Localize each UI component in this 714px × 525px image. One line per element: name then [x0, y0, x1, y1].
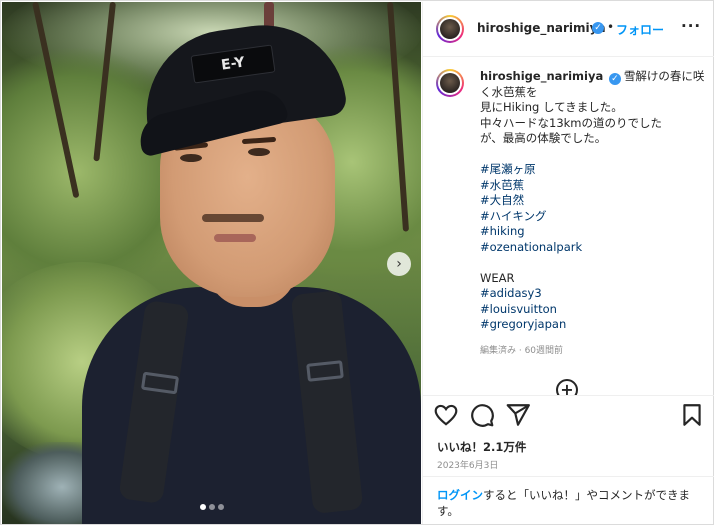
caption-line: 雪解けの春に咲 [623, 69, 705, 83]
mouth [214, 234, 256, 242]
post-caption: hiroshige_narimiya ✓ 雪解けの春に咲 く水芭蕉を 見にHiki… [480, 69, 705, 333]
caption-username[interactable]: hiroshige_narimiya [480, 69, 603, 83]
hashtag-link[interactable]: #ハイキング [480, 209, 702, 225]
save-bookmark-icon[interactable] [679, 402, 705, 428]
caption-line: が、最高の体験でした。 [480, 131, 607, 145]
likes-count[interactable]: いいね！2.1万件 [437, 439, 526, 455]
hashtag-link[interactable]: #gregoryjapan [480, 317, 702, 333]
caption-meta: 編集済み · 60週間前 [480, 346, 564, 356]
like-heart-icon[interactable] [433, 402, 459, 428]
post-photo[interactable]: E-Y › [2, 2, 421, 524]
post-date: 2023年6月3日 [437, 461, 499, 471]
mustache [202, 214, 264, 222]
caption-avatar[interactable] [436, 69, 464, 97]
hashtag-link[interactable]: #尾瀬ヶ原 [480, 162, 702, 178]
header-separator: • [607, 20, 615, 34]
eye-left [180, 154, 202, 162]
post-frame: E-Y › hiroshige_narimiya ✓ • フォロー ··· hi… [0, 0, 714, 525]
eye-right [248, 148, 270, 156]
caption-line: 見にHiking してきました。 [480, 100, 623, 114]
post-header: hiroshige_narimiya ✓ • フォロー ··· [423, 2, 714, 57]
carousel-dot-1[interactable] [199, 504, 206, 510]
login-prompt: ログインすると「いいね！」やコメントができます。 [423, 476, 714, 525]
hashtag-link[interactable]: #hiking [480, 224, 702, 240]
carousel-dot-2[interactable] [208, 504, 215, 510]
hashtag-link[interactable]: #ozenationalpark [480, 240, 702, 256]
post-side-panel: hiroshige_narimiya ✓ • フォロー ··· hiroshig… [422, 2, 714, 524]
next-image-button[interactable]: › [387, 252, 411, 276]
action-bar [423, 395, 714, 436]
avatar-image [440, 19, 460, 39]
caption-line: く水芭蕉を [480, 84, 538, 99]
hashtag-link[interactable]: #louisvuitton [480, 302, 702, 318]
load-more-comments-icon[interactable]: + [556, 379, 578, 395]
hashtag-link[interactable]: #adidasy3 [480, 286, 702, 302]
follow-button[interactable]: フォロー [616, 21, 664, 38]
hashtag-link[interactable]: #水芭蕉 [480, 178, 702, 194]
author-avatar[interactable] [436, 15, 464, 43]
carousel-dots [2, 495, 421, 514]
login-link[interactable]: ログイン [437, 488, 483, 502]
carousel-dot-3[interactable] [217, 504, 224, 510]
author-username[interactable]: hiroshige_narimiya [477, 21, 606, 35]
share-send-icon[interactable] [505, 402, 531, 428]
caption-line: 中々ハードな13kmの道のりでした [480, 115, 662, 130]
comment-icon[interactable] [469, 402, 495, 428]
verified-badge-icon: ✓ [608, 73, 621, 85]
more-options-icon[interactable]: ··· [681, 17, 701, 35]
hashtag-link[interactable]: #大自然 [480, 193, 702, 209]
avatar-image [440, 73, 460, 93]
wear-label: WEAR [480, 270, 515, 285]
verified-badge-icon: ✓ [592, 22, 604, 34]
strap-buckle [306, 360, 344, 382]
comments-area[interactable]: hiroshige_narimiya ✓ 雪解けの春に咲 く水芭蕉を 見にHiki… [423, 57, 714, 395]
